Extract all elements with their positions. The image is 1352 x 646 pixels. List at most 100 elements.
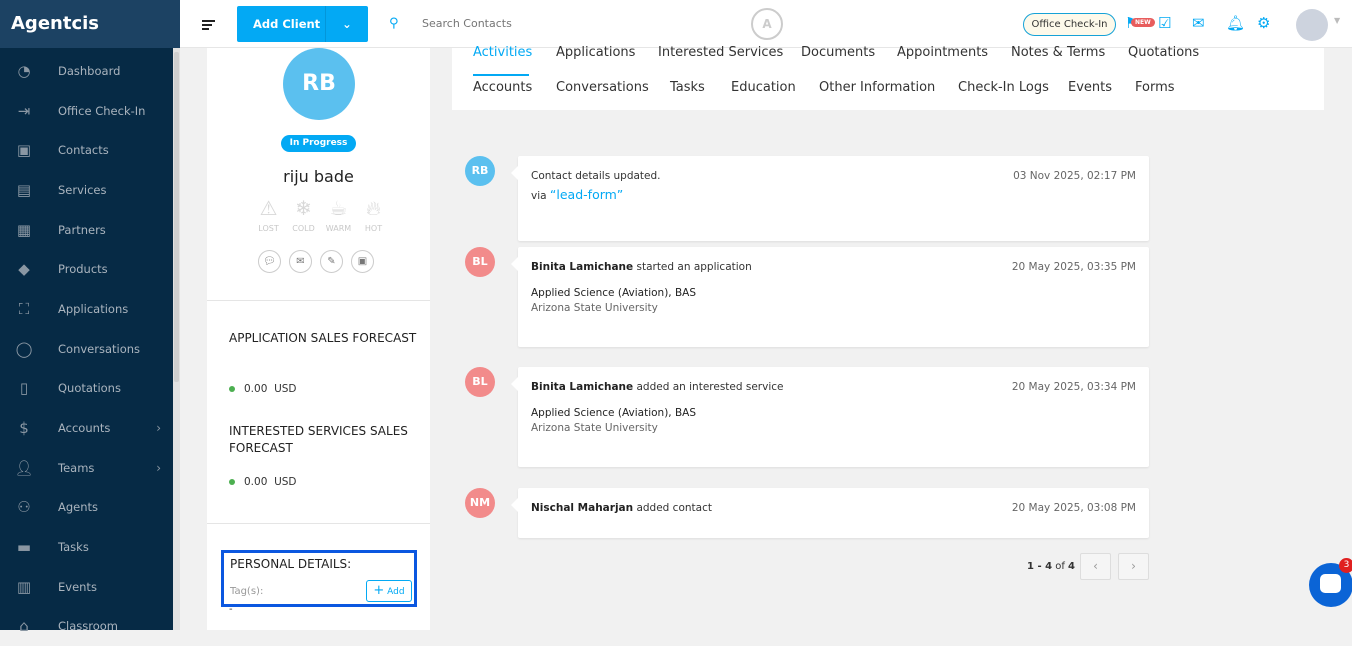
activity-item: Nischal Maharjan added contact 20 May 202… [511, 488, 1149, 538]
lead-form-link[interactable]: “lead-form” [550, 187, 623, 202]
activity-summary: Binita Lamichane added an interested ser… [531, 381, 784, 393]
next-page-button[interactable]: › [1118, 553, 1149, 580]
archive-icon[interactable]: ▣ [351, 250, 374, 273]
tab-notes-terms[interactable]: Notes & Terms [1011, 45, 1105, 60]
menu-toggle-icon[interactable] [202, 20, 215, 32]
user-avatar[interactable] [1296, 9, 1328, 41]
rating-lost[interactable]: ⚠ LOST [255, 196, 282, 233]
sidebar-item-label: Products [58, 262, 108, 277]
sidebar-item-products[interactable]: ◆ Products [0, 249, 173, 289]
bell-icon[interactable]: 🔔︎ [1226, 14, 1245, 32]
chat-icon[interactable]: 💬︎ [258, 250, 281, 273]
add-client-button[interactable]: Add Client ⌄ [237, 6, 368, 42]
sidebar-item-quotations[interactable]: ▯ Quotations [0, 369, 173, 409]
chevron-right-icon: › [156, 421, 161, 436]
sidebar-item-dashboard[interactable]: ◔ Dashboard [0, 51, 173, 91]
sidebar-item-classroom[interactable]: ⌂ Classroom [0, 607, 173, 646]
activity-avatar: BL [465, 247, 495, 277]
sidebar-item-accounts[interactable]: $ Accounts › [0, 408, 173, 448]
rating-cold[interactable]: ❄ COLD [290, 196, 317, 233]
tab-tasks[interactable]: Tasks [670, 80, 705, 95]
caret-down-icon[interactable]: ▼ [1334, 16, 1340, 25]
add-client-label: Add Client [253, 17, 321, 31]
edit-icon[interactable]: ✎ [320, 250, 343, 273]
divider [207, 523, 430, 524]
sidebar-item-label: Applications [58, 301, 129, 316]
prev-page-button[interactable]: ‹ [1080, 553, 1111, 580]
application-forecast-title: APPLICATION SALES FORECAST [229, 331, 417, 345]
chevron-down-icon[interactable]: ⌄ [325, 6, 368, 42]
app-logo[interactable]: Agentcis [0, 0, 180, 48]
office-check-in-button[interactable]: Office Check-In [1023, 13, 1116, 36]
sidebar-item-conversations[interactable]: ◯ Conversations [0, 329, 173, 369]
sidebar-item-label: Teams [58, 460, 95, 475]
tab-quotations[interactable]: Quotations [1128, 45, 1199, 60]
services-icon: ▤ [16, 180, 32, 199]
divider [207, 300, 430, 301]
sidebar-item-label: Classroom [58, 619, 119, 634]
sidebar-item-label: Quotations [58, 381, 121, 396]
sidebar-item-label: Partners [58, 222, 106, 237]
lead-rating: ⚠ LOST ❄ COLD ☕ WARM 🔥︎ HOT [255, 196, 387, 233]
sidebar-item-tasks[interactable]: ▬ Tasks [0, 527, 173, 567]
classroom-icon: ⌂ [19, 617, 29, 636]
task-check-icon[interactable]: ☑ [1158, 14, 1171, 32]
tab-conversations[interactable]: Conversations [556, 80, 649, 95]
tab-accounts[interactable]: Accounts [473, 80, 532, 95]
tab-forms[interactable]: Forms [1135, 80, 1175, 95]
tab-activities[interactable]: Activities [473, 45, 532, 60]
coffee-icon: ☕ [329, 196, 348, 220]
sidebar-item-agents[interactable]: ⚇ Agents [0, 488, 173, 528]
tab-check-in-logs[interactable]: Check-In Logs [958, 80, 1049, 95]
events-icon: ▥ [16, 577, 32, 596]
activity-avatar: BL [465, 367, 495, 397]
tags-value: - [229, 604, 233, 615]
products-icon: ◆ [18, 260, 30, 279]
tab-other-information[interactable]: Other Information [819, 80, 935, 95]
sidebar-item-teams[interactable]: 👤︎ Teams › [0, 448, 173, 488]
activity-title[interactable]: Applied Science (Aviation), BAS [531, 407, 696, 419]
rating-hot[interactable]: 🔥︎ HOT [360, 196, 387, 233]
activity-title[interactable]: Applied Science (Aviation), BAS [531, 287, 696, 299]
gear-icon[interactable]: ⚙ [1257, 14, 1270, 32]
sidebar-item-events[interactable]: ▥ Events [0, 567, 173, 607]
sidebar-item-services[interactable]: ▤ Services [0, 170, 173, 210]
tab-appointments[interactable]: Appointments [897, 45, 988, 60]
sidebar-item-applications[interactable]: ⛶ Applications [0, 289, 173, 329]
sidebar-item-label: Tasks [58, 540, 89, 555]
new-badge: NEW [1131, 18, 1155, 27]
sidebar-nav: ◔ Dashboard ⇥ Office Check-In ▣ Contacts ▤ Serv… [0, 51, 173, 646]
tab-documents[interactable]: Documents [801, 45, 875, 60]
tab-applications[interactable]: Applications [556, 45, 635, 60]
agents-icon: ⚇ [17, 498, 31, 517]
rating-warm[interactable]: ☕ WARM [325, 196, 352, 233]
search-icon[interactable]: ⚲ [389, 16, 399, 31]
activity-item: Binita Lamichane started an application 2… [511, 247, 1149, 347]
activity-date: 20 May 2025, 03:08 PM [1011, 502, 1136, 514]
add-tag-button[interactable]: + Add [366, 580, 412, 602]
email-icon[interactable]: ✉ [289, 250, 312, 273]
tab-interested-services[interactable]: Interested Services [658, 45, 783, 60]
sidebar: Agentcis ◔ Dashboard ⇥ Office Check-In ▣ Cont… [0, 0, 180, 635]
status-badge: In Progress [281, 135, 356, 152]
sidebar-scrollbar-thumb[interactable] [174, 52, 179, 382]
mail-icon[interactable]: ✉ [1192, 14, 1205, 32]
tab-events[interactable]: Events [1068, 80, 1112, 95]
search-input[interactable] [422, 17, 622, 30]
sidebar-item-label: Services [58, 182, 107, 197]
top-bar: Add Client⌄ ⚲ A Office Check-In ⚑ NEW ☑ … [180, 0, 1352, 48]
activity-subtitle: Arizona State University [531, 302, 658, 314]
sidebar-item-contacts[interactable]: ▣ Contacts [0, 130, 173, 170]
contact-profile-card: RB In Progress riju bade ⚠ LOST ❄ COLD ☕ WA… [207, 48, 430, 630]
sidebar-item-label: Agents [58, 500, 99, 515]
sidebar-item-office-check-in[interactable]: ⇥ Office Check-In [0, 91, 173, 131]
sidebar-item-partners[interactable]: ▦ Partners [0, 210, 173, 250]
tab-education[interactable]: Education [731, 80, 796, 95]
quotations-icon: ▯ [19, 379, 29, 398]
activity-avatar: NM [465, 488, 495, 518]
contacts-icon: ▣ [16, 141, 32, 160]
plus-icon: + [373, 583, 385, 598]
chat-bubble-icon [1320, 574, 1341, 593]
warning-icon: ⚠ [259, 196, 278, 220]
chat-badge: 3 [1339, 558, 1352, 573]
